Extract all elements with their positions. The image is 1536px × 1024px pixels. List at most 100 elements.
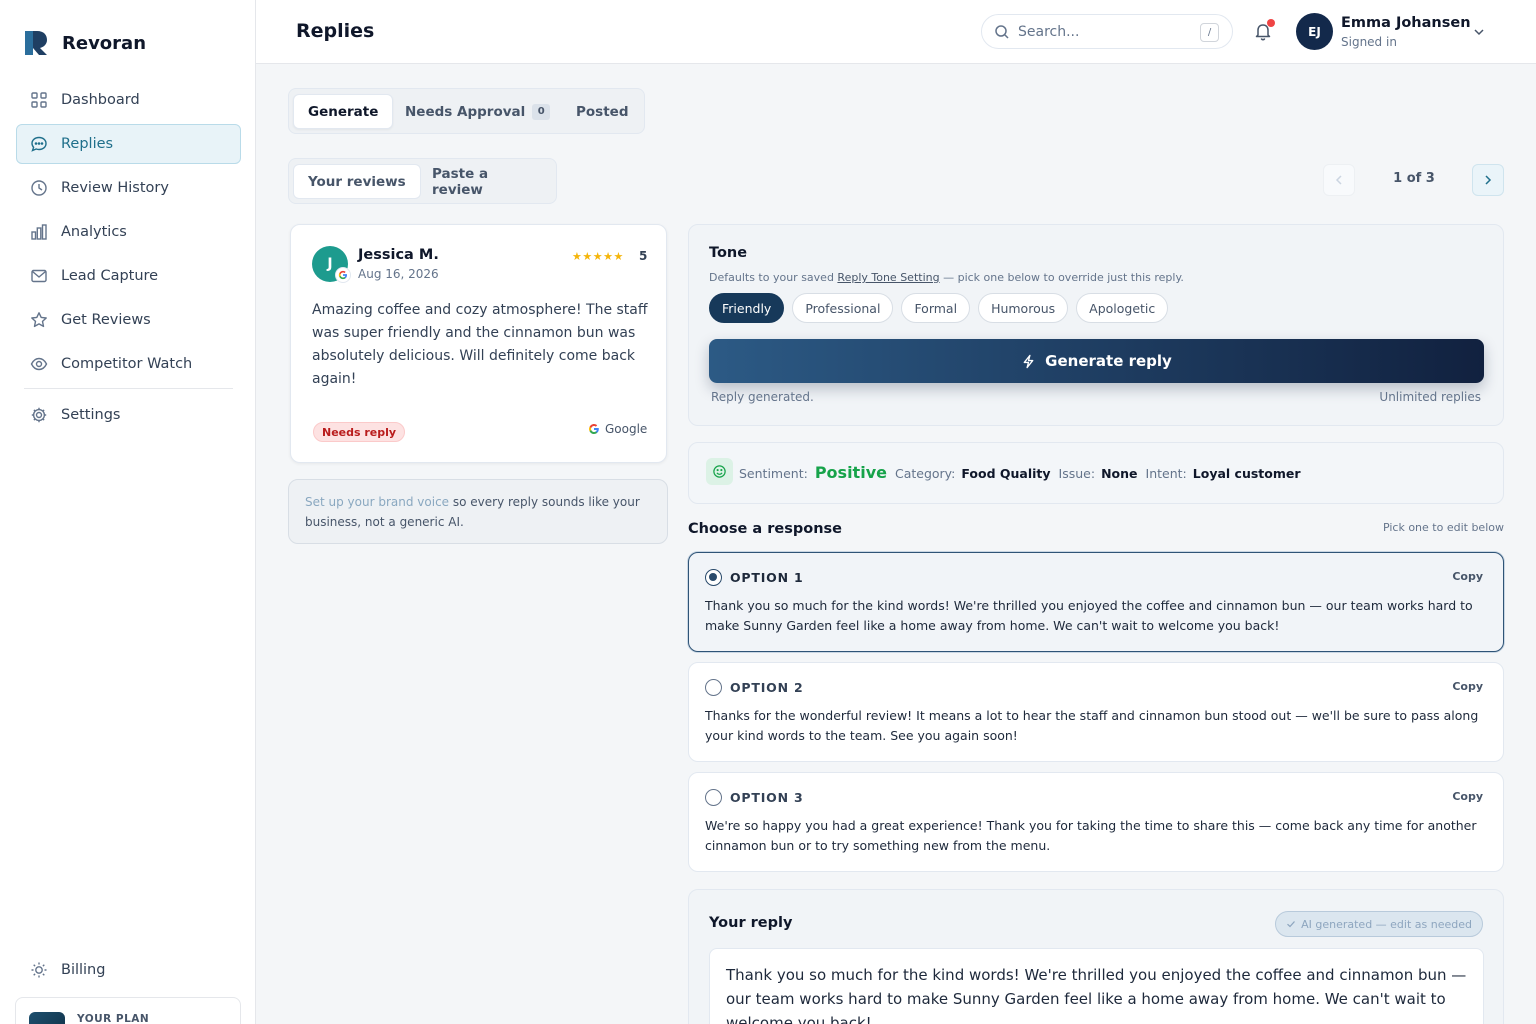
star-rating-icon: ★★★★★: [572, 250, 624, 263]
response-option-3[interactable]: OPTION 3 Copy We're so happy you had a g…: [688, 772, 1504, 872]
tab-generate[interactable]: Generate: [293, 94, 394, 129]
tone-chip-professional[interactable]: Professional: [792, 293, 894, 323]
sidebar-item-label: Analytics: [61, 224, 127, 240]
reply-quota: Unlimited replies: [1379, 390, 1481, 404]
user-status: Signed in: [1341, 35, 1397, 49]
status-badge: Needs reply: [313, 422, 406, 442]
pager-prev-button[interactable]: [1323, 164, 1355, 196]
plan-icon: [29, 1012, 65, 1024]
tone-chip-humorous[interactable]: Humorous: [978, 293, 1069, 323]
sidebar-item-billing[interactable]: Billing: [16, 950, 241, 990]
sentiment-value: Positive: [814, 463, 887, 482]
chevron-down-icon[interactable]: [1471, 24, 1487, 40]
pager-status: 1 of 3: [1393, 171, 1435, 186]
sidebar-item-competitor-watch[interactable]: Competitor Watch: [16, 344, 241, 384]
category-label: Category:: [894, 466, 956, 481]
generate-reply-button[interactable]: Generate reply: [709, 339, 1484, 383]
notification-dot: [1267, 19, 1275, 27]
tab-paste-review[interactable]: Paste a review: [418, 164, 556, 199]
sidebar-item-get-reviews[interactable]: Get Reviews: [16, 300, 241, 340]
option-text: Thanks for the wonderful review! It mean…: [705, 708, 1479, 743]
reviewer-name: Jessica M.: [358, 247, 439, 263]
review-card[interactable]: J Jessica M. Aug 16, 2026 ★★★★★ 5 Amazin…: [290, 224, 667, 463]
tone-title: Tone: [709, 245, 748, 261]
option-label: OPTION 3: [730, 790, 804, 805]
chevron-left-icon: [1335, 175, 1342, 185]
review-source-label: Google: [605, 422, 648, 436]
sidebar-item-review-history[interactable]: Review History: [16, 168, 241, 208]
choose-response-title: Choose a response: [688, 521, 842, 537]
tab-label: Paste a review: [432, 165, 489, 198]
copy-button[interactable]: Copy: [1452, 680, 1483, 693]
reply-tone-setting-link[interactable]: Reply Tone Setting: [837, 271, 939, 284]
choose-response-hint: Pick one to edit below: [1382, 521, 1504, 534]
sidebar-item-settings[interactable]: Settings: [16, 395, 241, 435]
option-radio[interactable]: [705, 569, 722, 586]
pager-next-button[interactable]: [1472, 164, 1504, 196]
lightning-icon: [1023, 354, 1034, 368]
tone-subtitle: Defaults to your saved Reply Tone Settin…: [709, 271, 1184, 284]
option-text: We're so happy you had a great experienc…: [705, 818, 1477, 853]
response-option-1[interactable]: OPTION 1 Copy Thank you so much for the …: [688, 552, 1504, 652]
option-radio[interactable]: [705, 789, 722, 806]
sentiment-details: Sentiment: Positive Category: Food Quali…: [739, 463, 1309, 482]
tone-chip-apologetic[interactable]: Apologetic: [1076, 293, 1169, 323]
your-reply-title: Your reply: [709, 915, 793, 931]
option-radio[interactable]: [705, 679, 722, 696]
brand-voice-link[interactable]: Set up your brand voice: [305, 495, 449, 509]
grid-icon: [30, 91, 48, 109]
option-text: Thank you so much for the kind words! We…: [705, 598, 1473, 633]
tab-label: Generate: [308, 103, 379, 120]
sidebar-item-label: Lead Capture: [61, 268, 159, 284]
clock-icon: [30, 179, 48, 197]
plan-card[interactable]: YOUR PLAN: [15, 997, 241, 1024]
your-reply-panel: Your reply AI generated — edit as needed…: [688, 889, 1504, 1024]
avatar[interactable]: EJ: [1296, 13, 1333, 50]
tab-posted[interactable]: Posted: [562, 94, 642, 129]
mail-icon: [30, 267, 48, 285]
generation-status: Reply generated.: [711, 390, 814, 404]
brand[interactable]: Revoran: [22, 29, 146, 57]
tab-label: Your reviews: [308, 173, 406, 190]
sidebar-item-replies[interactable]: Replies: [16, 124, 241, 164]
search-box[interactable]: /: [981, 14, 1233, 49]
sidebar-item-label: Dashboard: [61, 92, 140, 108]
sidebar-item-dashboard[interactable]: Dashboard: [16, 80, 241, 120]
tab-your-reviews[interactable]: Your reviews: [293, 164, 421, 199]
user-name: Emma Johansen: [1341, 15, 1471, 31]
tab-needs-approval[interactable]: Needs Approval 0: [391, 94, 564, 129]
copy-button[interactable]: Copy: [1452, 570, 1483, 583]
page-title: Replies: [296, 20, 375, 42]
brand-voice-callout: Set up your brand voice so every reply s…: [288, 479, 668, 544]
google-icon: [589, 424, 599, 434]
star-icon: [30, 311, 48, 329]
copy-button[interactable]: Copy: [1452, 790, 1483, 803]
plan-label: YOUR PLAN: [77, 1013, 150, 1024]
tone-sub-prefix: Defaults to your saved: [709, 271, 838, 284]
search-shortcut-key: /: [1200, 23, 1219, 42]
sidebar-item-lead-capture[interactable]: Lead Capture: [16, 256, 241, 296]
review-source-tabs: Your reviews Paste a review: [288, 158, 557, 204]
bar-chart-icon: [30, 223, 48, 241]
ai-generated-label: AI generated — edit as needed: [1301, 917, 1472, 931]
tone-chip-friendly[interactable]: Friendly: [709, 293, 785, 323]
sidebar-item-label: Get Reviews: [61, 312, 151, 328]
reply-textarea[interactable]: Thank you so much for the kind words! We…: [709, 948, 1484, 1024]
category-value: Food Quality: [961, 466, 1051, 481]
billing-nav: Billing: [16, 950, 241, 994]
ai-generated-badge: AI generated — edit as needed: [1275, 911, 1483, 937]
response-option-2[interactable]: OPTION 2 Copy Thanks for the wonderful r…: [688, 662, 1504, 762]
review-source: Google: [588, 422, 647, 436]
sun-icon: [30, 961, 48, 979]
search-icon: [995, 25, 1009, 39]
tone-chip-formal[interactable]: Formal: [901, 293, 971, 323]
sidebar-item-analytics[interactable]: Analytics: [16, 212, 241, 252]
gear-icon: [30, 406, 48, 424]
tone-options: Friendly Professional Formal Humorous Ap…: [709, 293, 1169, 323]
sentiment-label: Sentiment:: [739, 466, 808, 481]
sidebar-nav: Dashboard Replies Review History Analyti…: [16, 80, 241, 439]
search-input[interactable]: [1018, 22, 1188, 42]
chat-icon: [30, 135, 48, 153]
intent-label: Intent:: [1145, 466, 1187, 481]
eye-icon: [30, 355, 48, 373]
